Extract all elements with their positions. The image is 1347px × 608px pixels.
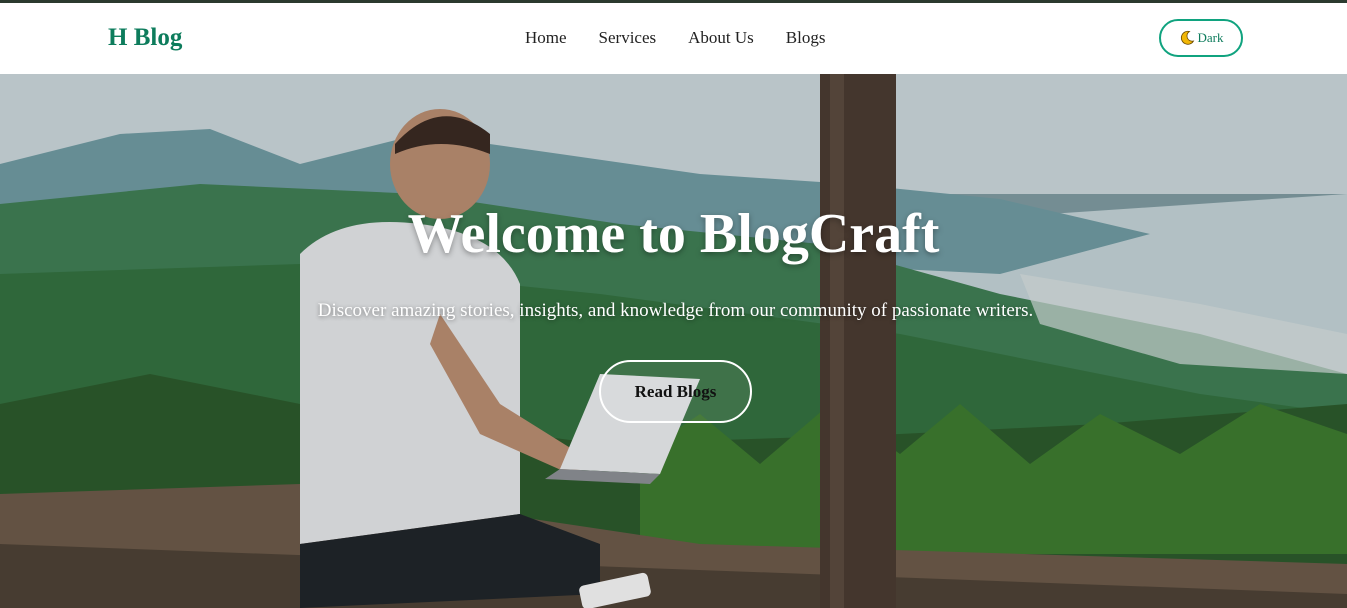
nav-links: Home Services About Us Blogs <box>525 28 825 48</box>
nav-link-home[interactable]: Home <box>525 28 567 48</box>
nav-link-about-us[interactable]: About Us <box>688 28 754 48</box>
dark-mode-toggle-button[interactable]: Dark <box>1159 19 1243 57</box>
nav-link-blogs[interactable]: Blogs <box>786 28 826 48</box>
brand-logo[interactable]: H Blog <box>108 24 182 52</box>
hero-section: Welcome to BlogCraft Discover amazing st… <box>0 74 1347 608</box>
hero-subtitle: Discover amazing stories, insights, and … <box>317 300 1034 321</box>
read-blogs-button[interactable]: Read Blogs <box>599 360 752 423</box>
nav-link-services[interactable]: Services <box>599 28 657 48</box>
hero-overlay <box>0 74 1347 608</box>
navbar: H Blog Home Services About Us Blogs Dark <box>0 3 1347 74</box>
dark-mode-label: Dark <box>1197 30 1224 45</box>
hero-title: Welcome to BlogCraft <box>407 203 940 265</box>
moon-icon <box>1179 30 1195 46</box>
